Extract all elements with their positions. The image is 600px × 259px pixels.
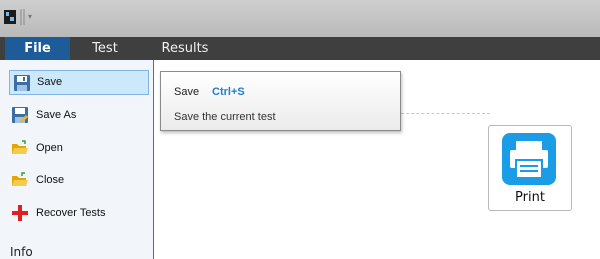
print-button-label: Print	[515, 190, 545, 205]
sidebar-item-label: Recover Tests	[36, 207, 106, 219]
tab-test[interactable]: Test	[75, 37, 135, 60]
file-menu-sidebar: Save Save As Open Close Recover Tests In…	[0, 60, 154, 259]
sidebar-item-label: Save	[37, 76, 63, 88]
floppy-disk-edit-icon	[12, 107, 28, 123]
info-section-header: Info	[10, 245, 33, 259]
tab-results[interactable]: Results	[155, 37, 215, 60]
sidebar-item-label: Close	[36, 174, 65, 186]
sidebar-item-open[interactable]: Open	[9, 136, 149, 161]
title-bar: ▾	[0, 0, 600, 37]
tooltip-shortcut: Ctrl+S	[212, 86, 245, 98]
plus-icon	[12, 205, 28, 221]
menu-bar: File Test Results	[0, 37, 600, 60]
sidebar-item-close[interactable]: Close	[9, 168, 149, 193]
tooltip-description: Save the current test	[174, 111, 276, 123]
folder-open-icon	[12, 140, 28, 154]
sidebar-item-label: Open	[36, 142, 63, 154]
print-button[interactable]: Print	[488, 125, 572, 211]
sidebar-item-save[interactable]: Save	[9, 70, 149, 95]
folder-close-icon	[12, 172, 28, 186]
tab-file[interactable]: File	[5, 37, 70, 60]
sidebar-item-label: Save As	[36, 109, 77, 121]
quick-access-separator	[20, 9, 25, 25]
sidebar-item-recover-tests[interactable]: Recover Tests	[9, 201, 149, 226]
sidebar-item-save-as[interactable]: Save As	[9, 103, 149, 128]
quick-access-dropdown-icon[interactable]: ▾	[28, 12, 32, 22]
save-tooltip: Save Ctrl+S Save the current test	[160, 71, 401, 131]
floppy-disk-icon	[14, 75, 30, 91]
app-icon[interactable]	[4, 10, 16, 24]
tooltip-title: Save	[174, 86, 200, 98]
printer-icon	[502, 133, 556, 185]
